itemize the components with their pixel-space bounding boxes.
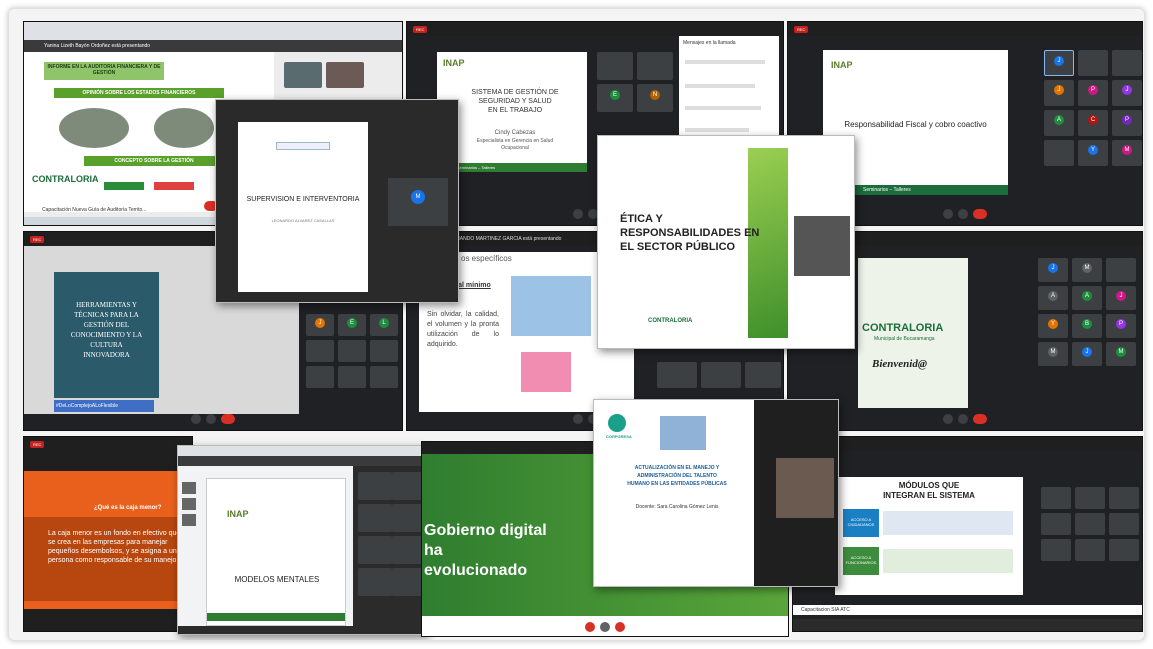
modulo-funcionarios: ACCESO A FUNCIONARIOS xyxy=(843,547,879,575)
meeting-caja-menor: REC ¿Qué es la caja menor? La caja menor… xyxy=(23,436,193,632)
corpgresa-logo: CORPGRESA xyxy=(606,434,632,439)
taskbar xyxy=(793,619,1142,631)
caja-body: La caja menor es un fondo en efectivo qu… xyxy=(24,517,192,601)
shopping-bags-image xyxy=(521,352,571,392)
talento-title: ACTUALIZACIÓN EN EL MANEJO Y ADMINISTRACI… xyxy=(627,465,727,487)
gobierno-line1: Gobierno digital xyxy=(424,522,547,539)
bienvenida-slide: CONTRALORIA Municipal de Bucaramanga Bie… xyxy=(858,258,968,408)
chat-panel-title: Mensajes en la llamada xyxy=(683,40,736,46)
inap-logo: INAP xyxy=(443,58,465,68)
presenter-video xyxy=(776,458,834,518)
call-controls[interactable] xyxy=(24,414,402,424)
modelos-title: MODELOS MENTALES xyxy=(234,575,320,584)
welcome-text: Bienvenid@ xyxy=(872,358,927,370)
sgsst-strip: Seminarios – Talleres xyxy=(437,163,587,172)
etica-title: ÉTICA Y RESPONSABILIDADES EN EL SECTOR PÚB… xyxy=(620,213,760,253)
sgsst-role: Especialista en Gerencia en Salud Ocupaci… xyxy=(476,138,554,151)
call-controls[interactable] xyxy=(788,414,1142,424)
gobierno-line2: ha xyxy=(424,542,443,559)
meeting-footer: Capacitacion SIA ATC xyxy=(793,605,1142,615)
resp-fiscal-title: Responsabilidad Fiscal y cobro coactivo xyxy=(844,120,987,129)
compras-body: Sin olvidar, la calidad, el volumen y la… xyxy=(427,311,499,348)
inap-logo: INAP xyxy=(831,60,853,70)
meeting-modulos: REC MÓDULOS QUEINTEGRAN EL SISTEMA ACCES… xyxy=(792,436,1143,632)
opinion-bubble-left xyxy=(59,108,129,148)
contraloria-logo: CONTRALORIA xyxy=(32,174,99,184)
contraloria-logo: CONTRALORIA xyxy=(862,322,944,334)
talento-docente: Docente: Sara Carolina Gómez Lenis xyxy=(635,504,719,510)
compras-label: os específicos xyxy=(461,254,512,263)
meeting-etica: ÉTICA Y RESPONSABILIDADES EN EL SECTOR PÚB… xyxy=(597,135,855,349)
presenter-bar: REC xyxy=(407,22,783,36)
presenter-bar: REC xyxy=(793,437,1142,451)
hashtag: #DeLoComplejoALoFlexible xyxy=(54,400,154,412)
herramientas-title: HERRAMIENTAS Y TÉCNICAS PARA LA GESTIÓN DE… xyxy=(54,272,159,398)
gobierno-line3: evolucionado xyxy=(424,562,528,579)
contraloria-sub: Municipal de Bucaramanga xyxy=(874,336,935,342)
caja-header: ¿Qué es la caja menor? xyxy=(24,471,192,517)
modulo-ciudadanos: ACCESO A CIUDADANOS xyxy=(843,509,879,537)
supervision-title: SUPERVISION E INTERVENTORIA xyxy=(246,196,360,203)
meeting-modelos: INAP MODELOS MENTALES xyxy=(177,445,427,635)
meeting-footer: Capacitación Nueva Guía de Auditoría Ter… xyxy=(42,207,147,213)
inap-logo: INAP xyxy=(227,509,249,519)
modulos-slide: MÓDULOS QUE INTEGRAN EL SISTEMA ACCESO A … xyxy=(835,477,1023,595)
presenter-video xyxy=(794,216,850,276)
caja-question: ¿Qué es la caja menor? xyxy=(94,505,162,511)
modulos-title: MÓDULOS QUE INTEGRAN EL SISTEMA xyxy=(883,481,975,500)
screenshot-collage: Yanina Lizeth Bayón Ordoñez está present… xyxy=(8,8,1145,641)
talento-image xyxy=(660,416,706,450)
shopping-image xyxy=(511,276,591,336)
sgsst-author: Cindy Cabezas xyxy=(494,130,536,136)
sgsst-title: SISTEMA DE GESTIÓN DE SEGURIDAD Y SALUD EN… xyxy=(471,89,559,114)
opinion-label: OPINIÓN SOBRE LOS ESTADOS FINANCIEROS xyxy=(54,88,224,98)
browser-tabs xyxy=(24,22,402,40)
presenter-bar: REC xyxy=(788,22,1142,36)
sgsst-slide: INAP SISTEMA DE GESTIÓN DE SEGURIDAD Y SA… xyxy=(437,52,587,172)
opinion-bubble-right xyxy=(154,108,214,148)
concepto-label: CONCEPTO SOBRE LA GESTIÓN xyxy=(84,156,224,166)
supervision-slide: SUPERVISION E INTERVENTORIA LEONARDO ALV… xyxy=(238,122,368,292)
slide-header: INFORME EN LA AUDITORIA FINANCIERA Y DE … xyxy=(44,62,164,80)
call-controls[interactable] xyxy=(422,622,788,632)
presenter-bar: Yanina Lizeth Bayón Ordoñez está present… xyxy=(24,40,402,52)
presenter-bar: REC xyxy=(24,437,192,451)
supervision-subtitle: LEONARDO ALVAREZ CASALLAS xyxy=(271,218,335,223)
editor-area: INAP MODELOS MENTALES xyxy=(178,466,353,626)
modelos-slide: INAP MODELOS MENTALES xyxy=(206,478,346,626)
etica-slide: ÉTICA Y RESPONSABILIDADES EN EL SECTOR PÚB… xyxy=(608,148,788,338)
contraloria-logo: CONTRALORIA xyxy=(648,318,693,324)
talento-slide: CORPGRESA ACTUALIZACIÓN EN EL MANEJO Y AD… xyxy=(602,408,752,580)
meeting-supervision: SUPERVISION E INTERVENTORIA LEONARDO ALV… xyxy=(215,99,459,303)
meeting-talento: CORPGRESA ACTUALIZACIÓN EN EL MANEJO Y AD… xyxy=(593,399,839,587)
